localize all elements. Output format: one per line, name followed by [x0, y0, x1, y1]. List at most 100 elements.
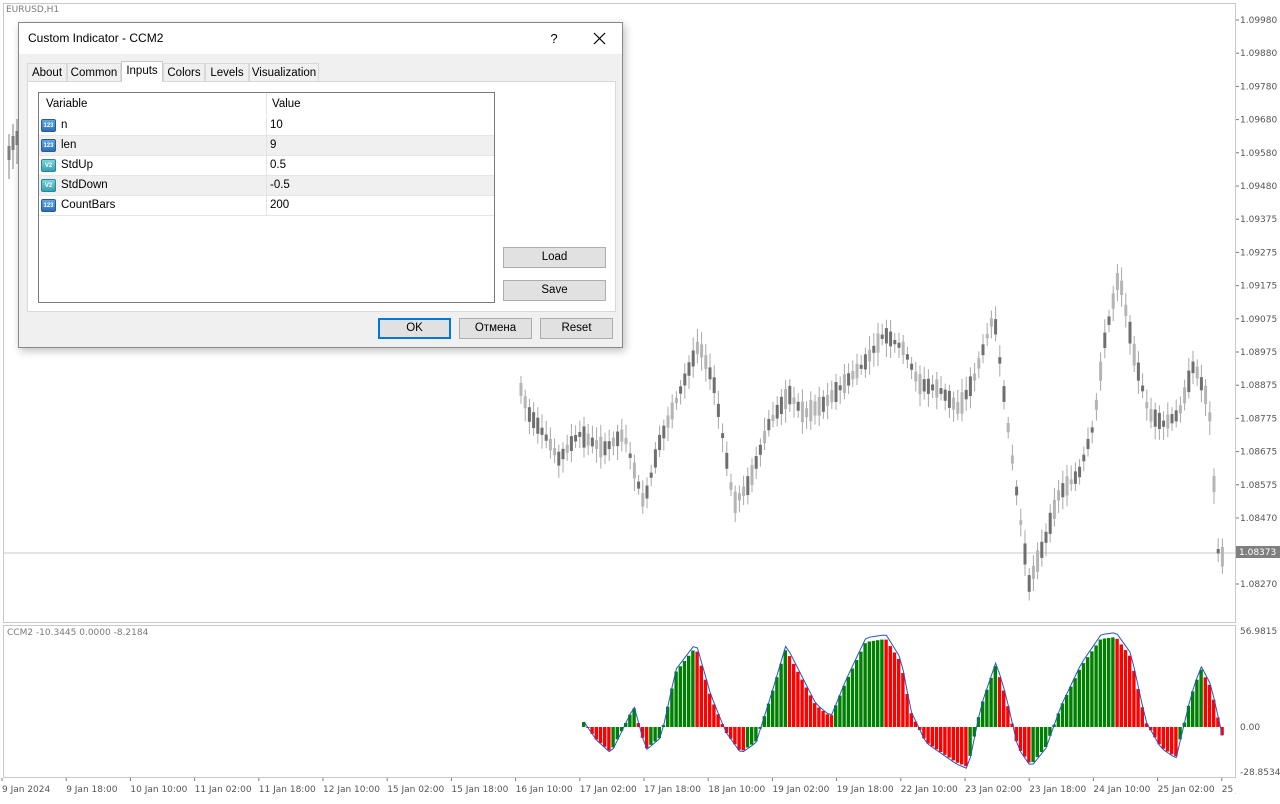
- close-button[interactable]: [582, 25, 616, 52]
- candle: [746, 467, 750, 505]
- variable-value[interactable]: 9: [270, 139, 276, 151]
- tab-common[interactable]: Common: [67, 63, 121, 81]
- histogram-bar: [825, 714, 829, 727]
- histogram-bar: [1111, 637, 1115, 727]
- histogram-bar: [892, 652, 897, 727]
- candle: [1149, 397, 1153, 429]
- candle: [1216, 538, 1220, 563]
- histogram-bar: [653, 727, 657, 742]
- candle: [784, 380, 788, 423]
- candle: [1208, 401, 1212, 436]
- candle: [826, 382, 830, 420]
- table-row[interactable]: V2 StdUp 0.5: [39, 156, 494, 176]
- dialog-titlebar[interactable]: Custom Indicator - CCM2 ?: [19, 23, 622, 54]
- tab-levels[interactable]: Levels: [205, 63, 249, 81]
- table-row[interactable]: V2 StdDown -0.5: [39, 176, 494, 196]
- candle: [721, 423, 725, 452]
- candle: [1132, 335, 1136, 373]
- candle: [7, 134, 11, 179]
- histogram-bar: [737, 727, 741, 750]
- candle: [1107, 309, 1111, 332]
- table-row[interactable]: 123 len 9: [39, 136, 494, 156]
- histogram-bar: [1044, 727, 1048, 747]
- time-tick-label: 9 Jan 18:00: [66, 785, 118, 795]
- tab-inputs[interactable]: Inputs: [121, 61, 163, 82]
- histogram-bar: [792, 663, 796, 727]
- candle: [569, 424, 573, 463]
- candle: [1183, 379, 1187, 411]
- histogram-bar: [678, 666, 682, 727]
- price-scale[interactable]: 1.09980 1.09880 1.09780 1.09680 1.09580 1.094…: [1236, 3, 1280, 778]
- histogram-bar: [817, 707, 821, 727]
- candle: [1078, 458, 1082, 485]
- candle: [607, 429, 611, 461]
- tab-about[interactable]: About: [27, 63, 67, 81]
- price-tick-label: 1.08470: [1240, 514, 1277, 524]
- time-tick-label: 17 Jan 18:00: [644, 785, 701, 795]
- candle: [1141, 373, 1145, 399]
- candle: [859, 355, 863, 375]
- time-tick-label: 9 Jan 2024: [2, 785, 50, 795]
- table-row[interactable]: 123 CountBars 200: [39, 196, 494, 216]
- variable-name: len: [61, 139, 77, 151]
- table-row[interactable]: 123 n 10: [39, 116, 494, 136]
- candle: [708, 353, 712, 390]
- time-tick-label: 15 Jan 18:00: [451, 785, 508, 795]
- histogram-bar: [1069, 686, 1073, 727]
- histogram-bar: [1094, 645, 1098, 727]
- candle: [649, 464, 653, 487]
- variable-value[interactable]: -0.5: [270, 179, 290, 191]
- ok-button[interactable]: OK: [378, 318, 451, 339]
- price-tick-label: 1.09680: [1240, 116, 1277, 126]
- load-button[interactable]: Load: [503, 247, 606, 268]
- column-variable[interactable]: Variable: [46, 98, 87, 110]
- candle: [624, 424, 628, 453]
- candle: [742, 475, 746, 506]
- histogram-bar: [808, 695, 813, 727]
- histogram-bar: [598, 727, 603, 744]
- reset-button[interactable]: Reset: [540, 318, 613, 339]
- histogram-bar: [1203, 677, 1207, 727]
- time-scale[interactable]: 9 Jan 2024 9 Jan 18:00 10 Jan 10:00 11 Jan …: [0, 778, 1279, 800]
- candle: [532, 402, 536, 436]
- histogram-bar: [1077, 669, 1081, 727]
- price-tick-label: 1.09480: [1240, 182, 1277, 192]
- variable-value[interactable]: 10: [270, 119, 283, 131]
- candle: [977, 351, 981, 379]
- time-tick-label: 10 Jan 10:00: [130, 785, 187, 795]
- histogram-bar: [934, 727, 939, 750]
- histogram-bar: [863, 643, 867, 727]
- histogram-bar: [796, 671, 800, 727]
- time-tick-label: 17 Jan 02:00: [580, 785, 637, 795]
- variable-value[interactable]: 0.5: [270, 159, 286, 171]
- candle: [863, 347, 867, 378]
- save-button[interactable]: Save: [503, 280, 606, 301]
- candle: [851, 360, 855, 388]
- candle: [519, 376, 523, 404]
- time-tick-label: 16 Jan 10:00: [516, 785, 573, 795]
- variable-value[interactable]: 200: [270, 199, 289, 211]
- candle: [561, 442, 565, 473]
- candle: [536, 407, 540, 444]
- candle: [674, 391, 678, 410]
- double-icon: V2: [41, 159, 56, 172]
- candle: [792, 386, 796, 418]
- indicator-window[interactable]: [3, 625, 1236, 778]
- histogram-bar: [733, 727, 737, 745]
- help-button[interactable]: ?: [539, 25, 569, 52]
- variable-name: CountBars: [61, 199, 116, 211]
- candle: [893, 333, 897, 353]
- indicator-tick-label: -28.8534: [1240, 768, 1280, 778]
- tab-visualization[interactable]: Visualization: [249, 63, 319, 81]
- histogram-bar: [1086, 657, 1090, 727]
- time-tick-label: 25 Jan 02:00: [1158, 785, 1215, 795]
- tab-colors[interactable]: Colors: [163, 63, 205, 81]
- candle: [737, 485, 741, 513]
- column-value[interactable]: Value: [272, 98, 301, 110]
- candle: [910, 356, 914, 380]
- candle: [1103, 319, 1107, 359]
- histogram-bar: [1170, 727, 1174, 755]
- candle: [821, 390, 825, 419]
- cancel-button[interactable]: Отмена: [459, 318, 532, 339]
- price-tick-label: 1.08575: [1240, 481, 1277, 491]
